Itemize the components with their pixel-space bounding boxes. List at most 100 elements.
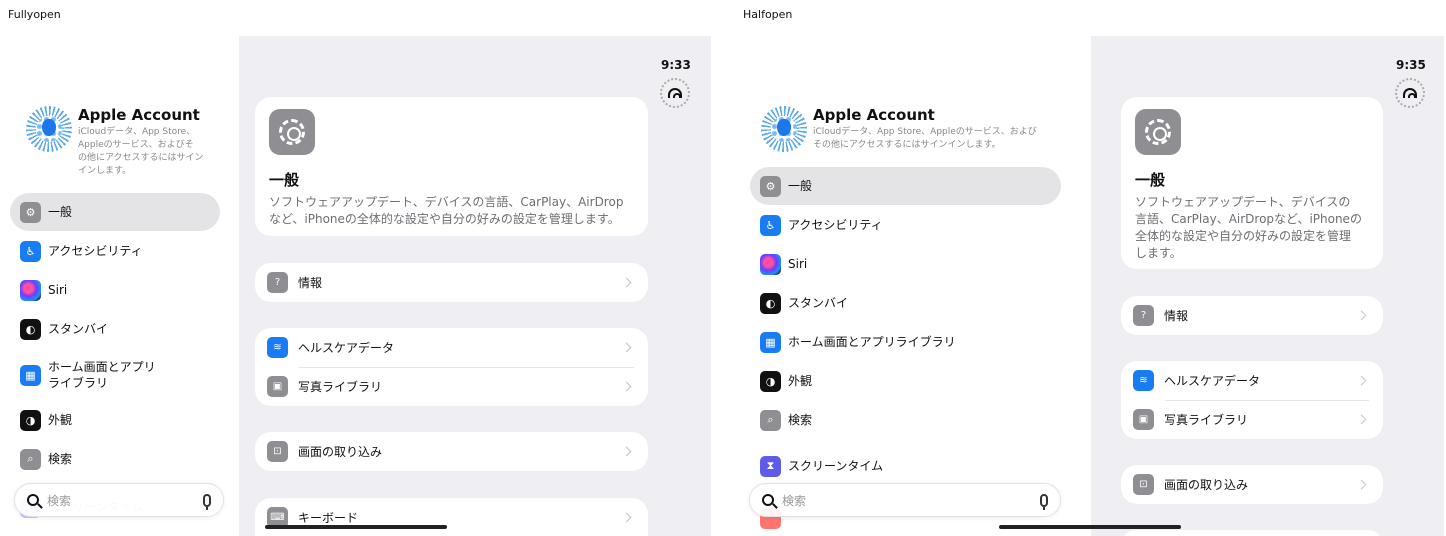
sidebar-item-general[interactable]: ⚙ 一般 xyxy=(10,193,220,231)
sidebar-item-accessibility[interactable]: ♿ アクセシビリティ xyxy=(10,232,220,270)
info-icon: ? xyxy=(267,272,288,293)
search-input[interactable]: 検索 xyxy=(47,492,203,509)
keyboard-card: ⌨ キーボード xyxy=(255,498,648,536)
sidebar-item-label: アクセシビリティ xyxy=(788,218,883,232)
appearance-icon: ◑ xyxy=(20,409,41,431)
capture-card: ⊡ 画面の取り込み xyxy=(255,432,648,471)
apple-logo-icon xyxy=(42,119,56,136)
general-hero-card: 一般 ソフトウェアアップデート、デバイスの言語、CarPlay、AirDrop … xyxy=(255,97,648,236)
sidebar-item-general[interactable]: ⚙ 一般 xyxy=(750,167,1061,205)
health-data-row[interactable]: ≋ ヘルスケアデータ xyxy=(1121,361,1383,400)
sidebar: Apple Account iCloudデータ、App Store、Appleの… xyxy=(711,36,1091,536)
microphone-icon[interactable] xyxy=(1040,493,1048,510)
sidebar-item-label: Siri xyxy=(48,283,68,297)
standby-icon: ◐ xyxy=(20,318,41,340)
keyboard-card-partial xyxy=(1121,530,1383,536)
hero-title: 一般 xyxy=(269,171,300,189)
accessibility-icon: ♿ xyxy=(760,214,781,236)
apple-account-icon xyxy=(761,106,807,152)
row-label: キーボード xyxy=(298,511,359,525)
sidebar-item-standby[interactable]: ◐ スタンバイ xyxy=(750,284,1061,322)
sidebar-item-accessibility[interactable]: ♿ アクセシビリティ xyxy=(750,206,1061,244)
home-screen-icon: ▦ xyxy=(20,364,41,386)
sidebar-item-label: 一般 xyxy=(788,179,813,193)
photo-library-row[interactable]: ▣ 写真ライブラリ xyxy=(1121,400,1383,439)
sidebar-item-siri[interactable]: Siri xyxy=(750,245,1061,283)
chevron-right-icon xyxy=(1356,479,1367,490)
sidebar-item-label: ホーム画面とアプリライブラリ xyxy=(788,335,956,349)
apple-logo-icon xyxy=(777,119,791,136)
sidebar-item-home-screen[interactable]: ▦ ホーム画面とアプリライブラリ xyxy=(750,323,1061,361)
chevron-right-icon xyxy=(621,512,632,523)
home-screen-icon: ▦ xyxy=(760,331,781,353)
standby-icon: ◐ xyxy=(760,292,781,314)
account-title: Apple Account xyxy=(78,106,200,124)
sidebar-item-label: ホーム画面とアプリ ライブラリ xyxy=(48,360,156,390)
sidebar-item-standby[interactable]: ◐ スタンバイ xyxy=(10,310,220,348)
screen-capture-icon: ⊡ xyxy=(1133,474,1154,495)
row-label: 画面の取り込み xyxy=(1164,478,1249,492)
info-icon: ? xyxy=(1133,305,1154,326)
sidebar-item-siri[interactable]: Siri xyxy=(10,271,220,309)
screen-time-icon: ⧗ xyxy=(760,455,781,477)
row-label: 写真ライブラリ xyxy=(298,380,383,394)
sidebar-item-search[interactable]: ⌕ 検索 xyxy=(750,401,1061,439)
search-bar[interactable]: 検索 xyxy=(14,483,224,517)
accessibility-icon: ♿ xyxy=(20,240,41,262)
health-data-icon: ≋ xyxy=(267,337,288,358)
gear-icon xyxy=(269,109,315,155)
photos-icon: ▣ xyxy=(1133,409,1154,430)
data-card: ≋ ヘルスケアデータ ▣ 写真ライブラリ xyxy=(255,328,648,406)
sidebar-item-screen-time[interactable]: ⧗ スクリーンタイム xyxy=(750,447,1061,485)
info-card: ? 情報 xyxy=(1121,296,1383,335)
sidebar-item-label: Siri xyxy=(788,257,808,271)
health-data-row[interactable]: ≋ ヘルスケアデータ xyxy=(255,328,648,367)
photo-library-row[interactable]: ▣ 写真ライブラリ xyxy=(255,367,648,406)
hero-description: ソフトウェアアップデート、デバイスの言語、CarPlay、AirDrop など、… xyxy=(269,195,624,226)
wifi-icon xyxy=(660,78,690,108)
caption-half-open: Halfopen xyxy=(743,8,793,21)
home-indicator[interactable] xyxy=(999,525,1181,529)
microphone-icon[interactable] xyxy=(203,493,211,510)
info-row[interactable]: ? 情報 xyxy=(1121,296,1383,335)
gear-icon: ⚙ xyxy=(760,175,781,197)
sidebar-item-appearance[interactable]: ◑ 外観 xyxy=(750,362,1061,400)
sidebar-item-search[interactable]: ⌕ 検索 xyxy=(10,440,220,478)
sidebar-item-home-screen[interactable]: ▦ ホーム画面とアプリ ライブラリ xyxy=(10,353,220,397)
apple-account-icon xyxy=(26,106,72,152)
screen-half-open: Apple Account iCloudデータ、App Store、Appleの… xyxy=(711,36,1444,536)
search-icon xyxy=(762,494,774,506)
keyboard-row[interactable]: ⌨ キーボード xyxy=(255,498,648,536)
sidebar-item-label: 一般 xyxy=(48,205,73,219)
gear-icon xyxy=(1135,109,1181,155)
account-subtitle: iCloudデータ、App Store、 Appleのサービス、およびそ の他に… xyxy=(78,127,204,176)
gear-icon: ⚙ xyxy=(20,201,41,223)
info-card: ? 情報 xyxy=(255,263,648,302)
account-title: Apple Account xyxy=(813,106,935,124)
siri-icon xyxy=(760,253,781,275)
search-bar[interactable]: 検索 xyxy=(749,483,1061,517)
apple-account-row[interactable]: Apple Account iCloudデータ、App Store、Appleの… xyxy=(761,106,1037,152)
screen-capture-row[interactable]: ⊡ 画面の取り込み xyxy=(255,432,648,471)
info-row[interactable]: ? 情報 xyxy=(255,263,648,302)
chevron-right-icon xyxy=(1356,414,1367,425)
screen-capture-row[interactable]: ⊡ 画面の取り込み xyxy=(1121,465,1383,504)
chevron-right-icon xyxy=(1356,375,1367,386)
search-icon: ⌕ xyxy=(760,409,781,431)
chevron-right-icon xyxy=(1356,310,1367,321)
apple-account-row[interactable]: Apple Account iCloudデータ、App Store、 Apple… xyxy=(26,106,204,178)
row-label: 画面の取り込み xyxy=(298,445,383,459)
photos-icon: ▣ xyxy=(267,376,288,397)
search-input[interactable]: 検索 xyxy=(782,492,1040,509)
row-label: 情報 xyxy=(298,276,323,290)
screen-capture-icon: ⊡ xyxy=(267,441,288,462)
sidebar-item-label: 外観 xyxy=(788,374,813,388)
home-indicator[interactable] xyxy=(265,525,447,529)
wifi-icon xyxy=(1395,78,1425,108)
account-subtitle: iCloudデータ、App Store、Appleのサービス、および その他にア… xyxy=(813,127,1037,150)
sidebar-item-appearance[interactable]: ◑ 外観 xyxy=(10,401,220,439)
chevron-right-icon xyxy=(621,342,632,353)
row-label: ヘルスケアデータ xyxy=(1164,374,1261,388)
row-label: ヘルスケアデータ xyxy=(298,341,395,355)
siri-icon xyxy=(20,279,41,301)
